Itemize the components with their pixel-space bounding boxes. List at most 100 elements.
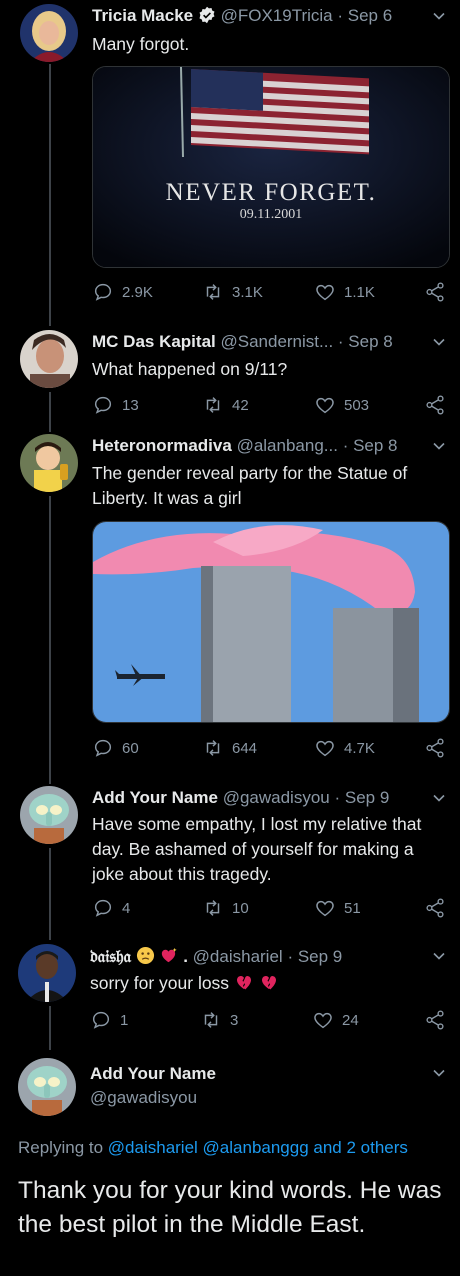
like-button[interactable]: 24 <box>312 1008 359 1032</box>
share-icon <box>426 898 444 918</box>
handle[interactable]: @gawadisyou <box>90 1088 197 1108</box>
retweet-count: 644 <box>232 739 258 757</box>
retweet-button[interactable]: 42 <box>202 393 249 417</box>
chevron-down-icon[interactable] <box>432 1066 446 1080</box>
display-name[interactable]: Tricia Macke <box>92 6 193 25</box>
reply-count: 60 <box>122 739 139 757</box>
retweet-count: 3 <box>230 1011 239 1029</box>
broken-heart-emoji-icon <box>234 972 254 999</box>
retweet-button[interactable]: 3 <box>200 1008 238 1032</box>
replying-to: Replying to @daishariel @alanbanggg and … <box>18 1138 452 1158</box>
like-button[interactable]: 4.7K <box>314 736 375 760</box>
display-name[interactable]: 𝔡𝔞𝔦𝔰𝔥𝔞 <box>90 947 131 966</box>
tweet[interactable]: Add Your Name @gawadisyou · Sep 9 Have s… <box>0 784 460 934</box>
timestamp[interactable]: · Sep 6 <box>337 6 392 25</box>
reply-icon <box>92 1011 110 1029</box>
tweet-text: Many forgot. <box>92 34 190 54</box>
reply-count: 4 <box>122 899 131 917</box>
verified-badge-icon <box>198 6 216 29</box>
retweet-button[interactable]: 644 <box>202 736 257 760</box>
chevron-down-icon[interactable] <box>432 335 446 349</box>
retweet-icon <box>206 284 220 300</box>
like-button[interactable]: 503 <box>314 393 369 417</box>
avatar[interactable] <box>18 944 76 1002</box>
retweet-icon <box>206 740 220 756</box>
retweet-icon <box>206 397 220 413</box>
handle[interactable]: @Sandernist... <box>220 332 333 351</box>
share-button[interactable] <box>424 896 446 920</box>
like-button[interactable]: 51 <box>314 896 361 920</box>
heart-icon <box>316 397 334 414</box>
share-icon <box>426 395 444 415</box>
timestamp[interactable]: · Sep 9 <box>287 947 342 966</box>
chevron-down-icon[interactable] <box>432 949 446 963</box>
avatar[interactable] <box>20 330 78 388</box>
retweet-button[interactable]: 10 <box>202 896 249 920</box>
tweet-actions: 4 10 51 <box>92 896 446 920</box>
reply-icon <box>94 739 112 757</box>
tweet-header: Heteronormadiva @alanbang... · Sep 8 <box>92 436 448 456</box>
tweet-image[interactable]: NEVER FORGET. 09.11.2001 <box>92 66 450 268</box>
tweet-header: Add Your Name @gawadisyou · Sep 9 <box>92 788 448 808</box>
share-icon <box>426 282 444 302</box>
avatar[interactable] <box>18 1058 76 1116</box>
timestamp[interactable]: · Sep 8 <box>338 332 393 351</box>
worried-face-emoji-icon <box>136 946 155 970</box>
display-name[interactable]: Add Your Name <box>90 1064 216 1084</box>
avatar[interactable] <box>20 434 78 492</box>
retweet-button[interactable]: 3.1K <box>202 280 263 304</box>
handle[interactable]: @gawadisyou <box>223 788 330 807</box>
share-button[interactable] <box>424 736 446 760</box>
tweet[interactable]: MC Das Kapital @Sandernist... · Sep 8 Wh… <box>0 326 460 426</box>
retweet-count: 10 <box>232 899 249 917</box>
like-button[interactable]: 1.1K <box>314 280 375 304</box>
tweet[interactable]: 𝔡𝔞𝔦𝔰𝔥𝔞 . @daishariel · Sep 9 sorry for y… <box>0 940 460 1040</box>
heart-icon <box>316 900 334 917</box>
tweet[interactable]: Heteronormadiva @alanbang... · Sep 8 The… <box>0 430 460 774</box>
tweet-actions: 60 644 4.7K <box>92 736 446 760</box>
image-caption-date: 09.11.2001 <box>239 207 303 222</box>
display-name[interactable]: MC Das Kapital <box>92 332 216 351</box>
avatar[interactable] <box>20 4 78 62</box>
reply-button[interactable]: 1 <box>90 1008 128 1032</box>
display-name[interactable]: Heteronormadiva <box>92 436 232 455</box>
tweet-text: Thank you for your kind words. He was th… <box>18 1177 442 1238</box>
heart-icon <box>314 1012 332 1029</box>
timestamp[interactable]: · Sep 9 <box>334 788 389 807</box>
tweet-text: What happened on 9/11? <box>92 359 288 379</box>
like-count: 51 <box>344 899 361 917</box>
tweet-text: The gender reveal party for the Statue o… <box>92 463 408 508</box>
focused-tweet[interactable]: Add Your Name @gawadisyou Replying to @d… <box>0 1052 460 1276</box>
handle[interactable]: @FOX19Tricia <box>221 6 333 25</box>
replying-to-label: Replying to <box>18 1138 104 1157</box>
reply-button[interactable]: 13 <box>92 393 139 417</box>
tweet[interactable]: Tricia Macke @FOX19Tricia · Sep 6 Many f… <box>0 0 460 322</box>
reply-button[interactable]: 60 <box>92 736 139 760</box>
like-count: 4.7K <box>344 739 375 757</box>
broken-heart-emoji-icon <box>259 972 279 999</box>
display-name[interactable]: Add Your Name <box>92 788 218 807</box>
timestamp[interactable]: · Sep 8 <box>343 436 398 455</box>
tweet-text: Have some empathy, I lost my relative th… <box>92 814 422 884</box>
tweet-header: MC Das Kapital @Sandernist... · Sep 8 <box>92 332 448 352</box>
share-button[interactable] <box>424 280 446 304</box>
reply-count: 1 <box>120 1011 129 1029</box>
tweet-image[interactable] <box>92 521 450 723</box>
reply-button[interactable]: 4 <box>92 896 130 920</box>
handle[interactable]: @daishariel <box>193 947 283 966</box>
replying-to-link[interactable]: @daishariel @alanbanggg and 2 others <box>108 1138 408 1157</box>
chevron-down-icon[interactable] <box>432 791 446 805</box>
share-button[interactable] <box>424 1008 446 1032</box>
share-icon <box>426 1010 444 1030</box>
chevron-down-icon[interactable] <box>432 439 446 453</box>
chevron-down-icon[interactable] <box>432 9 446 23</box>
reply-button[interactable]: 2.9K <box>92 280 153 304</box>
retweet-icon <box>206 900 220 916</box>
share-button[interactable] <box>424 393 446 417</box>
handle[interactable]: @alanbang... <box>237 436 338 455</box>
avatar[interactable] <box>20 786 78 844</box>
tweet-text-content: sorry for your loss <box>90 973 230 993</box>
reply-count: 13 <box>122 396 139 414</box>
reply-count: 2.9K <box>122 283 153 301</box>
like-count: 503 <box>344 396 370 414</box>
